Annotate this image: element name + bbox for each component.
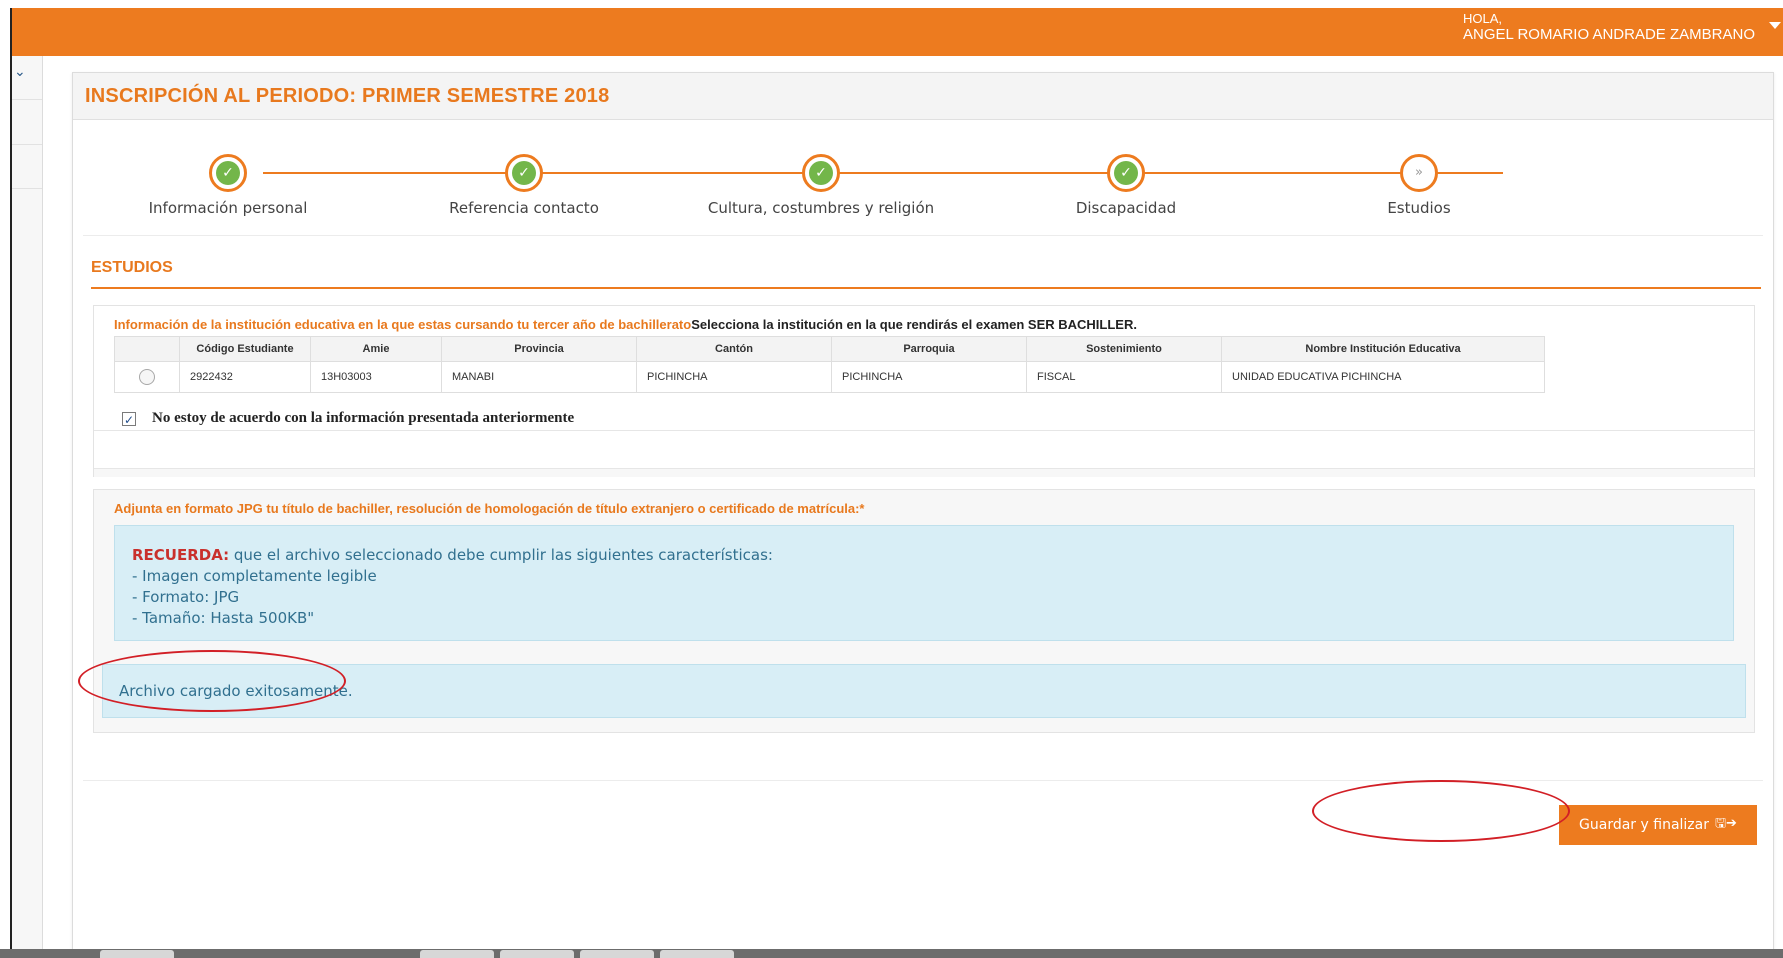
table-cell: PICHINCHA	[831, 361, 1027, 393]
table-cell: UNIDAD EDUCATIVA PICHINCHA	[1221, 361, 1545, 393]
table-cell: FISCAL	[1026, 361, 1222, 393]
disagree-checkbox[interactable]: ✓	[122, 411, 136, 427]
sidebar: ⌄	[12, 56, 43, 958]
taskbar-tab[interactable]	[660, 950, 734, 958]
table-header: Provincia	[441, 336, 637, 362]
step-label-disability: Discapacidad	[1075, 199, 1177, 217]
step-label-culture: Cultura, costumbres y religión	[707, 199, 935, 217]
main-panel: INSCRIPCIÓN AL PERIODO: PRIMER SEMESTRE …	[72, 72, 1774, 958]
step-label-contact: Referencia contacto	[449, 199, 599, 217]
reminder-item: - Tamaño: Hasta 500KB"	[132, 609, 315, 627]
reminder-item: - Formato: JPG	[132, 588, 240, 606]
taskbar-tab[interactable]	[100, 950, 174, 958]
divider	[83, 235, 1763, 236]
divider	[94, 430, 1754, 431]
save-finish-label: Guardar y finalizar	[1579, 817, 1709, 833]
user-name: ANGEL ROMARIO ANDRADE ZAMBRANO	[1463, 26, 1755, 43]
reminder-alert: RECUERDA: que el archivo seleccionado de…	[114, 525, 1734, 641]
section-underline	[91, 287, 1761, 289]
institution-intro: Información de la institución educativa …	[114, 317, 692, 332]
sidebar-divider	[12, 144, 42, 145]
table-cell: PICHINCHA	[636, 361, 832, 393]
step-4-indicator: ✓	[1107, 154, 1145, 192]
divider	[83, 780, 1763, 781]
attachment-box: Adjunta en formato JPG tu título de bach…	[93, 489, 1755, 733]
user-menu[interactable]: HOLA, ANGEL ROMARIO ANDRADE ZAMBRANO	[1463, 11, 1755, 43]
table-cell-select[interactable]	[114, 361, 180, 393]
chevron-down-icon[interactable]: ⌄	[14, 64, 26, 80]
divider	[94, 468, 1754, 477]
institution-radio[interactable]	[139, 369, 155, 385]
step-1-indicator: ✓	[209, 154, 247, 192]
taskbar-tab[interactable]	[580, 950, 654, 958]
table-header: Nombre Institución Educativa	[1221, 336, 1545, 362]
institution-instruction: Selecciona la institución en la que rend…	[691, 317, 1137, 332]
table-cell: 2922432	[179, 361, 311, 393]
panel-header: INSCRIPCIÓN AL PERIODO: PRIMER SEMESTRE …	[73, 73, 1773, 120]
reminder-text: que el archivo seleccionado debe cumplir…	[229, 546, 773, 564]
steps-connector	[263, 172, 1503, 174]
institution-box: Información de la institución educativa …	[93, 305, 1755, 477]
reminder-item: - Imagen completamente legible	[132, 567, 377, 585]
sidebar-divider	[12, 188, 42, 189]
attachment-label: Adjunta en formato JPG tu título de bach…	[114, 501, 865, 516]
table-cell: 13H03003	[310, 361, 442, 393]
table-header: Amie	[310, 336, 442, 362]
sidebar-divider	[12, 99, 42, 100]
institution-instructions: Información de la institución educativa …	[114, 317, 1137, 332]
user-menu-caret-icon[interactable]	[1769, 22, 1781, 29]
save-finish-button[interactable]: Guardar y finalizar 🖫➔	[1559, 805, 1757, 845]
step-2-indicator: ✓	[505, 154, 543, 192]
section-title: ESTUDIOS	[91, 259, 173, 276]
app-frame: HOLA, ANGEL ROMARIO ANDRADE ZAMBRANO ⌄ I…	[10, 8, 1783, 958]
table-cell: MANABI	[441, 361, 637, 393]
upload-success-alert: Archivo cargado exitosamente.	[102, 664, 1746, 718]
reminder-prefix: RECUERDA:	[132, 546, 230, 564]
taskbar-tab[interactable]	[500, 950, 574, 958]
step-5-indicator: »	[1400, 154, 1438, 192]
top-bar: HOLA, ANGEL ROMARIO ANDRADE ZAMBRANO	[12, 8, 1783, 56]
check-icon: ✓	[809, 161, 833, 185]
taskbar	[0, 949, 1783, 958]
table-header: Código Estudiante	[179, 336, 311, 362]
reminder-heading: RECUERDA: que el archivo seleccionado de…	[132, 545, 1733, 566]
table-header: Parroquia	[831, 336, 1027, 362]
table-header-select	[114, 336, 180, 362]
institution-table: Código Estudiante Amie Provincia Cantón …	[114, 336, 1545, 393]
taskbar-tab[interactable]	[420, 950, 494, 958]
page-title: INSCRIPCIÓN AL PERIODO: PRIMER SEMESTRE …	[85, 85, 610, 107]
check-icon: ✓	[216, 161, 240, 185]
check-icon: ✓	[1114, 161, 1138, 185]
disagree-label[interactable]: No estoy de acuerdo con la información p…	[152, 410, 574, 427]
table-header: Cantón	[636, 336, 832, 362]
step-3-indicator: ✓	[802, 154, 840, 192]
step-label-studies: Estudios	[1387, 199, 1451, 217]
save-arrow-icon: 🖫➔	[1714, 816, 1737, 831]
double-chevron-right-icon: »	[1415, 165, 1423, 180]
table-header: Sostenimiento	[1026, 336, 1222, 362]
greeting-text: HOLA,	[1463, 11, 1503, 26]
disagree-option: ✓ No estoy de acuerdo con la información…	[122, 410, 574, 427]
step-label-personal: Información personal	[148, 199, 308, 217]
check-icon: ✓	[512, 161, 536, 185]
table-row[interactable]: 2922432 13H03003 MANABI PICHINCHA PICHIN…	[114, 361, 1545, 393]
